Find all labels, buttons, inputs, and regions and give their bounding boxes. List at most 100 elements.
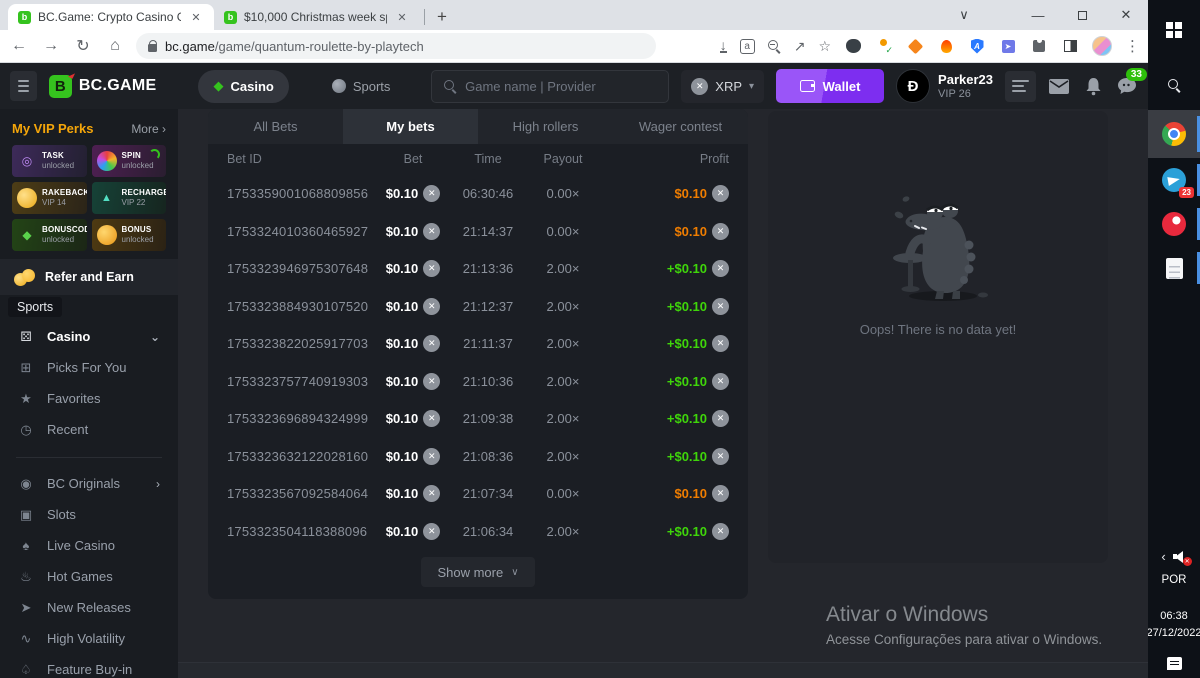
bet-payout: 0.00× (528, 224, 598, 239)
minimize-button[interactable]: — (1016, 0, 1060, 30)
bet-time: 21:08:36 (448, 449, 528, 464)
bets-tab[interactable]: My bets (343, 109, 478, 144)
share-icon[interactable]: ↗ (794, 38, 806, 55)
mail-icon[interactable] (1048, 75, 1070, 97)
show-more-button[interactable]: Show more ∨ (421, 557, 534, 587)
table-row[interactable]: 1753323946975307648 $0.10 21:13:36 2.00×… (208, 250, 748, 288)
browser-profile-avatar[interactable] (1092, 36, 1112, 56)
bet-list-icon[interactable] (1005, 71, 1036, 102)
sidebar-menu-item[interactable]: ▣ Slots (12, 499, 166, 530)
language-indicator[interactable]: POR (1162, 574, 1187, 586)
bookmark-star-icon[interactable]: ☆ (818, 38, 831, 55)
browser-tab-inactive[interactable]: b $10,000 Christmas week special r ✕ (214, 4, 420, 30)
sidebar-menu-item[interactable]: ♨ Hot Games (12, 561, 166, 592)
lock-icon (148, 44, 157, 52)
user-profile[interactable]: Ð Parker23 VIP 26 (896, 69, 993, 103)
zoom-out-icon[interactable] (768, 40, 781, 53)
metamask-icon[interactable] (906, 37, 924, 55)
chat-badge: 33 (1126, 68, 1147, 81)
download-page-icon[interactable]: ↓ (720, 40, 727, 53)
taskbar-red-app-button[interactable] (1148, 202, 1200, 246)
bcgame-logo[interactable]: B BC.GAME (49, 75, 157, 98)
game-search-input[interactable] (465, 79, 656, 94)
table-row[interactable]: 1753323884930107520 $0.10 21:12:37 2.00×… (208, 288, 748, 326)
taskbar-chrome-button[interactable] (1148, 110, 1200, 158)
home-icon[interactable]: ⌂ (104, 37, 126, 55)
sidebar-menu-item[interactable]: ◷ Recent (12, 414, 166, 445)
maximize-button[interactable] (1060, 0, 1104, 30)
tab-close-icon[interactable]: ✕ (188, 9, 204, 25)
vip-perk-card[interactable]: ◎ TASKunlocked (12, 145, 87, 177)
forward-icon[interactable]: → (40, 37, 62, 55)
reload-icon[interactable]: ↻ (72, 36, 94, 56)
reading-mode-icon[interactable] (1061, 37, 1079, 55)
bets-tab[interactable]: Wager contest (613, 109, 748, 144)
extension-flame-icon[interactable] (937, 37, 955, 55)
table-row[interactable]: 1753323632122028160 $0.10 21:08:36 2.00×… (208, 438, 748, 476)
sidebar-menu-item[interactable]: ◉ BC Originals › (12, 468, 166, 499)
currency-selector[interactable]: XRP ▾ (681, 70, 764, 103)
cards-icon: ♠ (18, 538, 34, 553)
table-row[interactable]: 1753324010360465927 $0.10 21:14:37 0.00×… (208, 213, 748, 251)
translate-icon[interactable]: a (740, 39, 755, 54)
tab-close-icon[interactable]: ✕ (394, 9, 410, 25)
bets-table-card: All Bets My bets High rollers Wager cont… (208, 109, 748, 599)
sidebar-menu-item[interactable]: ➤ New Releases (12, 592, 166, 623)
action-center-icon[interactable] (1167, 657, 1182, 670)
taskbar-notepad-button[interactable] (1148, 246, 1200, 290)
sidebar-menu-item[interactable]: ★ Favorites (12, 383, 166, 414)
clock[interactable]: 06:38 27/12/2022 (1146, 608, 1200, 641)
close-button[interactable]: ✕ (1104, 0, 1148, 30)
sidebar-menu-item[interactable]: ⚄ Casino ⌄ (12, 321, 166, 352)
address-bar[interactable]: bc.game/game/quantum-roulette-by-playtec… (136, 33, 656, 59)
vip-more-link[interactable]: More › (131, 122, 166, 136)
extension-shield-icon[interactable]: A (968, 37, 986, 55)
chat-icon[interactable]: 33 (1116, 75, 1138, 97)
nav-sports[interactable]: Sports (317, 70, 406, 103)
tab-separator (424, 9, 425, 25)
extensions-puzzle-icon[interactable] (1030, 37, 1048, 55)
browser-menu-icon[interactable]: ⋮ (1125, 37, 1140, 55)
sidebar-menu-item[interactable]: ♤ Feature Buy-in (12, 654, 166, 678)
extension-cursor-icon[interactable]: ➤ (999, 37, 1017, 55)
browser-tab-active[interactable]: b BC.Game: Crypto Casino Games & ✕ (8, 4, 214, 30)
xrp-coin-icon (423, 335, 440, 352)
hidden-icons-chevron[interactable]: ‹ (1161, 549, 1165, 564)
extension-person-check-icon[interactable] (875, 37, 893, 55)
vip-perk-card[interactable]: SPINunlocked (92, 145, 167, 177)
new-tab-button[interactable]: + (429, 4, 455, 30)
sidebar-menu-item[interactable]: ♠ Live Casino (12, 530, 166, 561)
game-search[interactable] (431, 70, 669, 103)
table-row[interactable]: 1753323567092584064 $0.10 21:07:34 0.00×… (208, 475, 748, 513)
back-icon[interactable]: ← (8, 37, 30, 55)
table-row[interactable]: 1753323822025917703 $0.10 21:11:37 2.00×… (208, 325, 748, 363)
start-button[interactable] (1148, 0, 1200, 60)
extension-gorilla-icon[interactable] (844, 37, 862, 55)
column-header: Profit (598, 152, 729, 166)
refer-and-earn[interactable]: Refer and Earn (0, 259, 178, 295)
bets-tab[interactable]: All Bets (208, 109, 343, 144)
wallet-button[interactable]: Wallet (776, 69, 884, 103)
vip-perk-card[interactable]: ▲ RECHARGEVIP 22 (92, 182, 167, 214)
sidebar-menu-item[interactable]: ⊞ Picks For You (12, 352, 166, 383)
vip-perk-card[interactable]: ◆ BONUSCODEunlocked (12, 219, 87, 251)
bets-tab[interactable]: High rollers (478, 109, 613, 144)
taskbar-search-button[interactable] (1148, 60, 1200, 110)
sidebar-toggle-icon[interactable] (10, 71, 37, 101)
table-row[interactable]: 1753359001068809856 $0.10 06:30:46 0.00×… (208, 175, 748, 213)
bet-payout: 2.00× (528, 524, 598, 539)
tab-search-chevron-icon[interactable]: ∨ (942, 0, 986, 30)
volume-muted-icon[interactable]: ✕ (1173, 551, 1187, 563)
piggy-icon (17, 188, 37, 208)
notifications-bell-icon[interactable] (1082, 75, 1104, 97)
bet-profit: $0.10 (598, 185, 729, 202)
table-row[interactable]: 1753323757740919303 $0.10 21:10:36 2.00×… (208, 363, 748, 401)
table-row[interactable]: 1753323504118388096 $0.10 21:06:34 2.00×… (208, 513, 748, 551)
vip-perk-card[interactable]: RAKEBACKVIP 14 (12, 182, 87, 214)
vip-perk-card[interactable]: BONUSunlocked (92, 219, 167, 251)
sidebar-menu-item[interactable]: ∿ High Volatility (12, 623, 166, 654)
nav-casino[interactable]: ◆ Casino (198, 70, 288, 103)
table-row[interactable]: 1753323696894324999 $0.10 21:09:38 2.00×… (208, 400, 748, 438)
bet-payout: 2.00× (528, 299, 598, 314)
taskbar-telegram-button[interactable]: 23 (1148, 158, 1200, 202)
